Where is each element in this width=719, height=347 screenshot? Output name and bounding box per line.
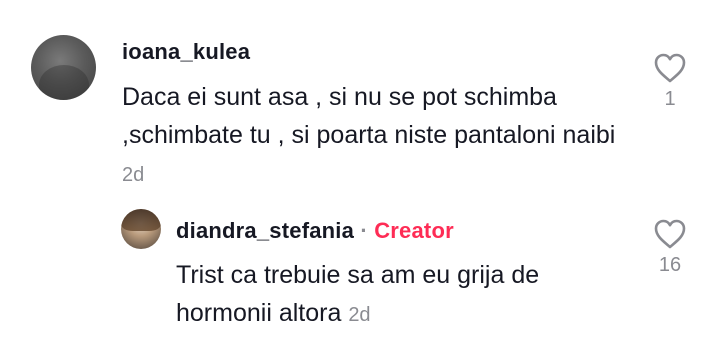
avatar[interactable] <box>31 35 96 100</box>
comment-body: Daca ei sunt asa , si nu se pot schimba … <box>122 83 616 149</box>
reply-avatar[interactable] <box>121 209 161 249</box>
separator-dot: · <box>360 218 368 243</box>
heart-outline-icon <box>654 219 686 249</box>
comment-date: 2d <box>122 164 145 186</box>
heart-outline-icon <box>654 53 686 83</box>
comment-text: Daca ei sunt asa , si nu se pot schimba … <box>122 78 632 194</box>
reply-header: diandra_stefania · Creator <box>176 218 454 244</box>
reply-like-count: 16 <box>658 254 682 276</box>
comment-thread: ioana_kulea Daca ei sunt asa , si nu se … <box>0 0 719 347</box>
comment-username[interactable]: ioana_kulea <box>122 39 250 65</box>
creator-badge: Creator <box>374 218 454 243</box>
avatar-shading <box>39 65 89 100</box>
reply-username[interactable]: diandra_stefania <box>176 218 354 243</box>
like-count: 1 <box>664 88 676 110</box>
reply-text: Trist ca trebuie sa am eu grija de hormo… <box>176 256 626 334</box>
reply-like-button[interactable]: 16 <box>648 218 692 277</box>
like-button[interactable]: 1 <box>648 52 692 111</box>
reply-date: 2d <box>348 304 371 326</box>
avatar-hair <box>121 209 161 231</box>
